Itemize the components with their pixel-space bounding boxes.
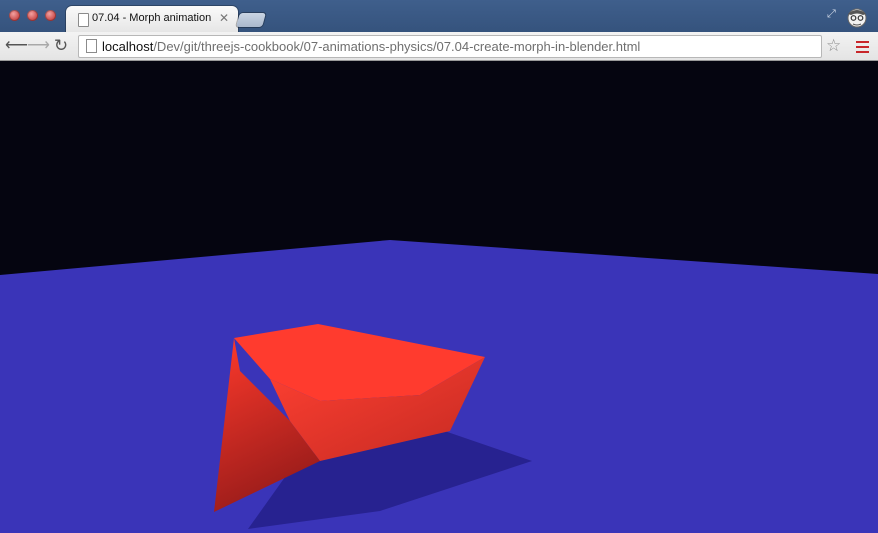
browser-toolbar: ⟵ ⟶ ↻ localhost/Dev/git/threejs-cookbook…	[0, 32, 878, 61]
page-icon	[86, 39, 97, 53]
incognito-profile-icon[interactable]	[843, 4, 871, 30]
window-close-button[interactable]	[9, 10, 20, 21]
tab-close-icon[interactable]: ✕	[219, 11, 229, 25]
window-minimize-button[interactable]	[27, 10, 38, 21]
star-icon[interactable]: ☆	[826, 36, 841, 56]
tab-title: 07.04 - Morph animation	[92, 12, 212, 24]
page-icon	[78, 13, 89, 27]
address-bar[interactable]: localhost/Dev/git/threejs-cookbook/07-an…	[78, 35, 822, 58]
url-text[interactable]: localhost/Dev/git/threejs-cookbook/07-an…	[102, 39, 640, 54]
arrow-left-icon[interactable]: ⟵	[5, 36, 28, 56]
new-tab-button[interactable]	[236, 13, 266, 27]
url-path: /Dev/git/threejs-cookbook/07-animations-…	[153, 39, 641, 54]
browser-window: 07.04 - Morph animation ✕ ⤢ ⟵ ⟶ ↻ localh…	[0, 0, 878, 533]
tab-strip: 07.04 - Morph animation ✕ ⤢	[0, 0, 878, 32]
window-maximize-button[interactable]	[45, 10, 56, 21]
tab-morph-animation[interactable]: 07.04 - Morph animation ✕	[66, 6, 238, 32]
url-host: localhost	[102, 39, 154, 54]
reload-icon[interactable]: ↻	[51, 36, 71, 56]
hamburger-menu-icon[interactable]	[856, 41, 869, 56]
resize-arrows-icon[interactable]: ⤢	[827, 8, 836, 21]
arrow-right-icon[interactable]: ⟶	[27, 36, 50, 56]
webgl-canvas[interactable]	[0, 61, 878, 533]
